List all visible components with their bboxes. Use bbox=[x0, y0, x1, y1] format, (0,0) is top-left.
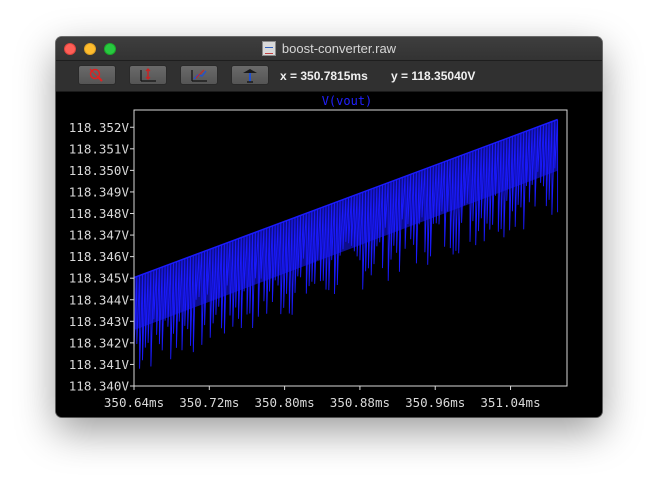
x-tick-label: 350.64ms bbox=[104, 395, 164, 410]
trace-vout bbox=[133, 118, 559, 369]
x-tick-label: 350.72ms bbox=[179, 395, 239, 410]
cursor-x-readout: x = 350.7815ms bbox=[280, 69, 368, 83]
y-tick-label: 118.345V bbox=[69, 271, 130, 286]
plot-area[interactable]: V(vout) 118.352V 118.351V 118.350V 118.349V… bbox=[56, 92, 602, 417]
x-axis: 350.64ms 350.72ms 350.80ms 350.88ms 350.96ms… bbox=[104, 386, 541, 410]
y-tick-label: 118.350V bbox=[69, 163, 130, 178]
cursor-y-readout: y = 118.35040V bbox=[391, 69, 476, 83]
x-tick-label: 351.04ms bbox=[480, 395, 540, 410]
document-icon bbox=[261, 41, 276, 56]
toolbar: x = 350.7815ms y = 118.35040V bbox=[56, 61, 602, 92]
y-tick-label: 118.352V bbox=[69, 120, 130, 135]
zoom-fit-icon bbox=[191, 69, 207, 82]
y-tick-label: 118.351V bbox=[69, 141, 130, 156]
x-tick-label: 350.80ms bbox=[254, 395, 314, 410]
autoscale-y-button[interactable] bbox=[129, 65, 167, 85]
window-title: boost-converter.raw bbox=[281, 41, 397, 56]
x-tick-label: 350.88ms bbox=[330, 395, 390, 410]
y-axis: 118.352V 118.351V 118.350V 118.349V 118.348V… bbox=[69, 120, 134, 394]
y-tick-label: 118.346V bbox=[69, 249, 130, 264]
y-tick-label: 118.349V bbox=[69, 184, 130, 199]
x-tick-label: 350.96ms bbox=[405, 395, 465, 410]
title-bar[interactable]: boost-converter.raw bbox=[56, 37, 602, 61]
y-tick-label: 118.343V bbox=[69, 314, 130, 329]
y-tick-label: 118.347V bbox=[69, 228, 130, 243]
y-tick-label: 118.341V bbox=[69, 357, 130, 372]
zoom-out-button[interactable] bbox=[78, 65, 116, 85]
waveform-plot[interactable]: V(vout) 118.352V 118.351V 118.350V 118.349V… bbox=[56, 92, 602, 417]
pick-point-icon bbox=[243, 69, 257, 83]
y-tick-label: 118.342V bbox=[69, 335, 130, 350]
y-tick-label: 118.340V bbox=[69, 379, 130, 394]
y-tick-label: 118.344V bbox=[69, 292, 130, 307]
zoom-out-icon bbox=[89, 68, 103, 82]
waveform-window: boost-converter.raw x = 350.7815ms y = 1… bbox=[56, 37, 602, 417]
trace-upper-edge bbox=[133, 118, 558, 279]
zoom-fit-button[interactable] bbox=[180, 65, 218, 85]
pick-point-button[interactable] bbox=[231, 65, 269, 85]
y-tick-label: 118.348V bbox=[69, 206, 130, 221]
autoscale-y-icon bbox=[140, 68, 156, 82]
trace-label-vout[interactable]: V(vout) bbox=[322, 94, 373, 108]
